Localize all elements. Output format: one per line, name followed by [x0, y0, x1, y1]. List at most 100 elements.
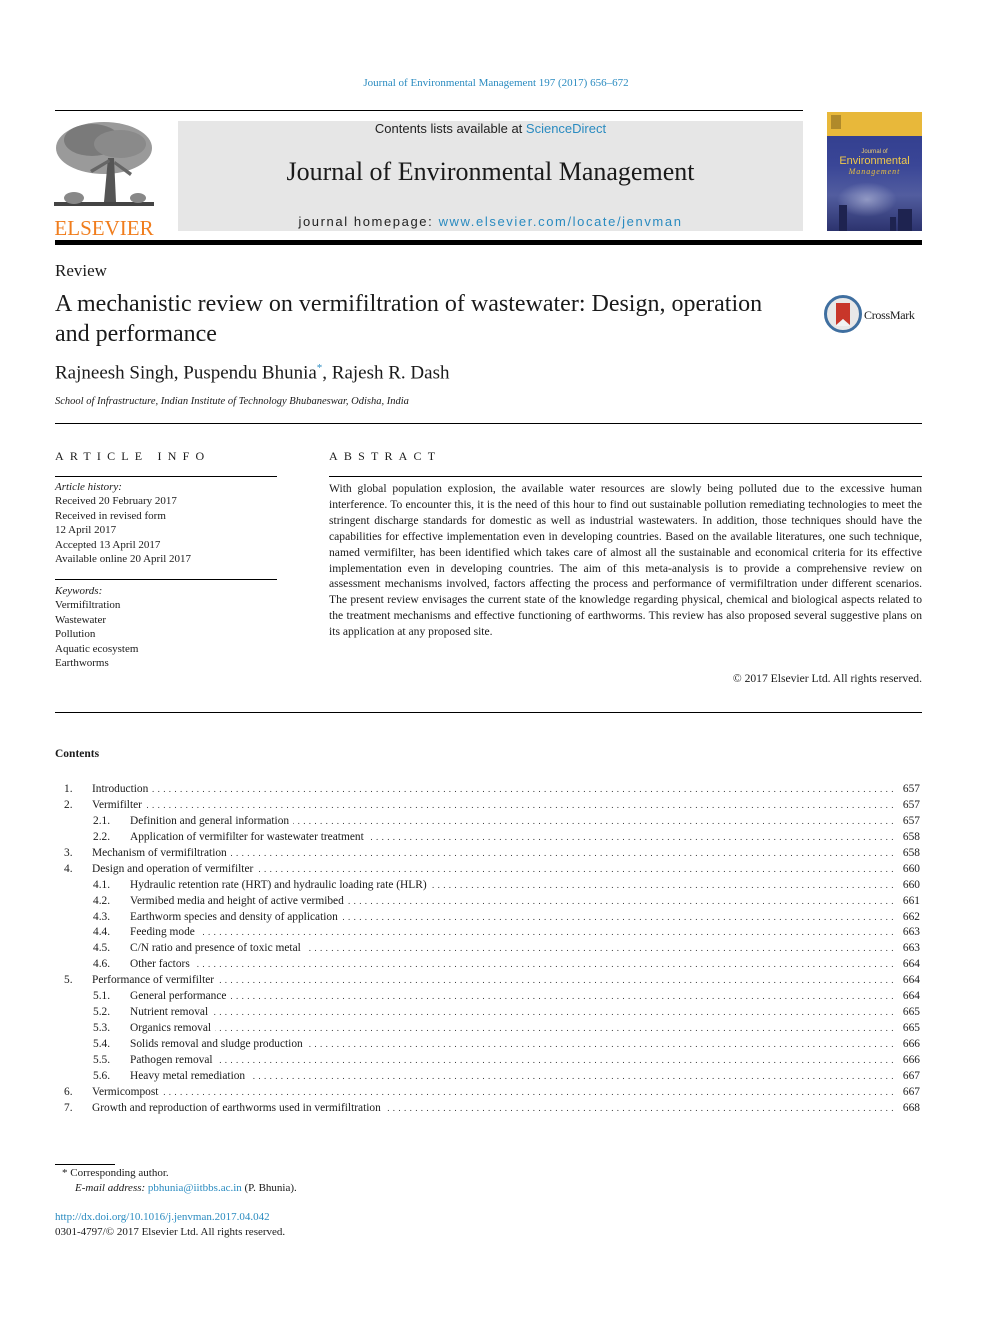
toc-entry[interactable]: 5.4. Solids removal and sludge production… [55, 1037, 922, 1053]
toc-entry-title[interactable]: Solids removal and sludge production [130, 1038, 307, 1050]
author-separator: , [173, 362, 184, 384]
toc-entry-page[interactable]: 663 [903, 941, 920, 957]
toc-entry[interactable]: 4. Design and operation of vermifilter 660 [55, 862, 922, 878]
toc-entry-title[interactable]: Heavy metal remediation [130, 1069, 250, 1082]
crossmark-button[interactable]: CrossMark [824, 295, 924, 335]
toc-entry-title[interactable]: Growth and reproduction of earthworms us… [92, 1101, 385, 1114]
toc-entry-title[interactable]: Vermibed media and height of active verm… [130, 894, 348, 907]
toc-entry-number: 2.2. [93, 830, 111, 843]
toc-entry-page[interactable]: 665 [903, 1005, 920, 1021]
toc-entry-title[interactable]: Definition and general information [130, 814, 294, 827]
toc-entry-title-wrap: Performance of vermifilter [92, 973, 894, 989]
homepage-link[interactable]: www.elsevier.com/locate/jenvman [439, 214, 683, 229]
toc-entry-page[interactable]: 665 [903, 1021, 920, 1037]
header-thick-rule [55, 240, 922, 245]
toc-entry[interactable]: 4.1. Hydraulic retention rate (HRT) and h… [55, 878, 922, 894]
toc-entry[interactable]: 4.3. Earthworm species and density of app… [55, 910, 922, 926]
toc-entry[interactable]: 4.2. Vermibed media and height of active … [55, 894, 922, 910]
toc-entry-page[interactable]: 658 [903, 830, 920, 846]
toc-entry-page[interactable]: 668 [903, 1101, 920, 1117]
toc-entry-page[interactable]: 660 [903, 862, 920, 878]
journal-citation-link[interactable]: Journal of Environmental Management 197 … [0, 77, 992, 89]
sciencedirect-link[interactable]: ScienceDirect [526, 121, 606, 136]
abstract-text: With global population explosion, the av… [329, 482, 922, 639]
toc-entry-page[interactable]: 660 [903, 878, 920, 894]
toc-entry-page[interactable]: 661 [903, 894, 920, 910]
toc-entry-title[interactable]: Vermicompost [92, 1085, 163, 1098]
toc-entry[interactable]: 5.6. Heavy metal remediation 667 [55, 1069, 922, 1085]
toc-entry-number: 4.5. [93, 942, 111, 955]
toc-entry-page[interactable]: 664 [903, 957, 920, 973]
toc-entry[interactable]: 5.3. Organics removal 665 [55, 1021, 922, 1037]
toc-entry-page[interactable]: 662 [903, 910, 920, 926]
footnote-rule [55, 1164, 115, 1165]
toc-entry[interactable]: 1. Introduction 657 [55, 782, 922, 798]
toc-entry-title[interactable]: Application of vermifilter for wastewate… [130, 830, 368, 843]
doi-link[interactable]: http://dx.doi.org/10.1016/j.jenvman.2017… [55, 1211, 270, 1223]
author-name[interactable]: Rajneesh Singh [55, 362, 174, 383]
toc-entry-number: 2.1. [93, 814, 111, 827]
toc-entry[interactable]: 4.5. C/N ratio and presence of toxic meta… [55, 941, 922, 957]
toc-entry-number: 5. [64, 974, 73, 987]
author-name[interactable]: Puspendu Bhunia [183, 362, 317, 383]
toc-entry-title[interactable]: Organics removal [130, 1022, 216, 1035]
toc-entry[interactable]: 3. Mechanism of vermifiltration 658 [55, 846, 922, 862]
toc-entry[interactable]: 7. Growth and reproduction of earthworms … [55, 1101, 922, 1117]
toc-entry-title[interactable]: Hydraulic retention rate (HRT) and hydra… [130, 878, 431, 891]
author-name[interactable]: Rajesh R. Dash [332, 362, 450, 383]
toc-entry-number: 2. [64, 798, 73, 811]
toc-entry-page[interactable]: 657 [903, 814, 920, 830]
elsevier-logo[interactable]: ELSEVIER [52, 118, 156, 239]
toc-entry-page[interactable]: 658 [903, 846, 920, 862]
history-entry: 12 April 2017 [55, 524, 117, 537]
toc-entry-number: 6. [64, 1085, 73, 1098]
toc-entry[interactable]: 5.2. Nutrient removal 665 [55, 1005, 922, 1021]
toc-entry-page[interactable]: 667 [903, 1069, 920, 1085]
toc-entry-title[interactable]: Other factors [130, 958, 194, 971]
toc-entry[interactable]: 2.2. Application of vermifilter for waste… [55, 830, 922, 846]
toc-entry-title[interactable]: C/N ratio and presence of toxic metal [130, 942, 305, 955]
toc-entry[interactable]: 4.6. Other factors 664 [55, 957, 922, 973]
toc-entry[interactable]: 4.4. Feeding mode 663 [55, 925, 922, 941]
crossmark-label: CrossMark [864, 308, 915, 322]
history-entry: Received in revised form [55, 509, 166, 522]
toc-entry-title-wrap: Earthworm species and density of applica… [130, 910, 894, 926]
toc-entry-page[interactable]: 657 [903, 782, 920, 798]
toc-entry-title[interactable]: Introduction [92, 783, 153, 795]
toc-entry-page[interactable]: 666 [903, 1037, 920, 1053]
abstract-rule [329, 476, 922, 477]
toc-entry-page[interactable]: 657 [903, 798, 920, 814]
keywords-label: Keywords: [55, 585, 103, 597]
toc-entry[interactable]: 2.1. Definition and general information 65… [55, 814, 922, 830]
toc-entry-title-wrap: General performance [130, 989, 894, 1005]
toc-entry-title[interactable]: Earthworm species and density of applica… [130, 910, 342, 923]
toc-entry-title[interactable]: Feeding mode [130, 926, 199, 939]
toc-entry-title-wrap: Design and operation of vermifilter [92, 862, 894, 878]
toc-entry-title[interactable]: Pathogen removal [130, 1053, 217, 1066]
toc-entry-title[interactable]: Mechanism of vermifiltration [92, 846, 231, 859]
toc-entry-title[interactable]: Performance of vermifilter [92, 974, 219, 987]
toc-entry[interactable]: 2. Vermifilter 657 [55, 798, 922, 814]
toc-entry-number: 5.4. [93, 1038, 111, 1050]
toc-entry[interactable]: 5. Performance of vermifilter 664 [55, 973, 922, 989]
cover-building-graphic [890, 217, 896, 231]
toc-entry-title[interactable]: General performance [130, 990, 231, 1003]
issn-copyright: 0301-4797/© 2017 Elsevier Ltd. All right… [55, 1226, 286, 1238]
keyword: Wastewater [55, 613, 107, 626]
toc-entry[interactable]: 5.1. General performance 664 [55, 989, 922, 1005]
journal-cover-image[interactable]: Journal of Environmental Management [827, 112, 922, 231]
toc-entry-number: 1. [64, 783, 73, 795]
toc-entry-page[interactable]: 664 [903, 989, 920, 1005]
toc-entry[interactable]: 5.5. Pathogen removal 666 [55, 1053, 922, 1069]
toc-entry-number: 3. [64, 846, 73, 859]
toc-entry-page[interactable]: 666 [903, 1053, 920, 1069]
email-link[interactable]: pbhunia@iitbbs.ac.in [148, 1182, 242, 1194]
toc-entry-title[interactable]: Nutrient removal [130, 1006, 213, 1019]
toc-entry[interactable]: 6. Vermicompost 667 [55, 1085, 922, 1101]
toc-entry-page[interactable]: 664 [903, 973, 920, 989]
toc-entry-title[interactable]: Design and operation of vermifilter [92, 862, 258, 875]
toc-entry-page[interactable]: 667 [903, 1085, 920, 1101]
homepage-label: journal homepage: [298, 214, 439, 229]
toc-entry-page[interactable]: 663 [903, 925, 920, 941]
toc-entry-title[interactable]: Vermifilter [92, 798, 146, 811]
